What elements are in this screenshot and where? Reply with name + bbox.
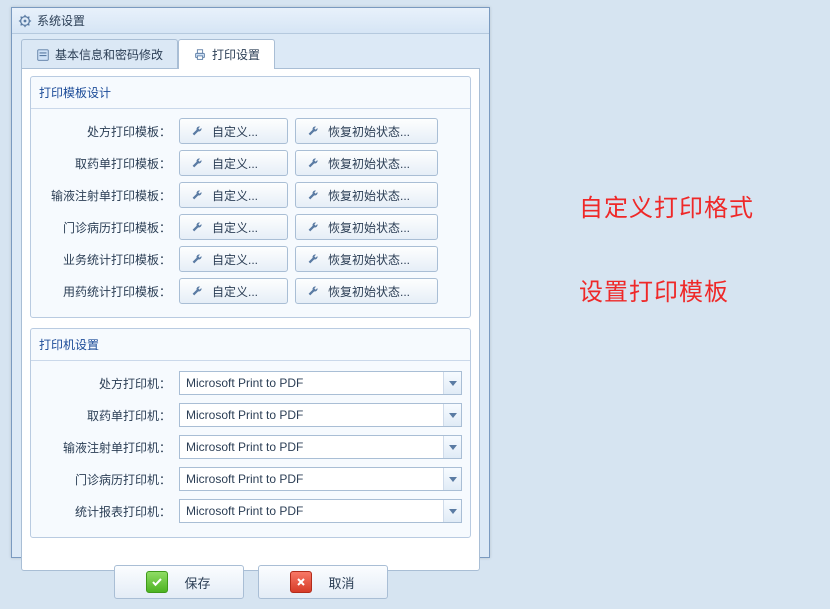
row-label: 处方打印模板： — [39, 123, 179, 140]
printer-icon — [193, 48, 207, 62]
restore-button[interactable]: 恢复初始状态... — [295, 182, 438, 208]
printer-row: 门诊病历打印机： — [39, 463, 462, 495]
row-label: 处方打印机： — [39, 375, 179, 392]
printer-select-input[interactable] — [179, 403, 462, 427]
tab-strip: 基本信息和密码修改 打印设置 — [12, 34, 489, 69]
template-row: 取药单打印模板： 自定义... 恢复初始状态... — [39, 147, 462, 179]
tab-basic-info[interactable]: 基本信息和密码修改 — [21, 39, 178, 69]
chevron-down-icon[interactable] — [443, 372, 461, 394]
customize-label: 自定义... — [212, 283, 258, 300]
template-row: 用药统计打印模板： 自定义... 恢复初始状态... — [39, 275, 462, 307]
wrench-icon — [306, 252, 322, 266]
printer-select-input[interactable] — [179, 499, 462, 523]
form-icon — [36, 48, 50, 62]
wrench-icon — [306, 156, 322, 170]
restore-label: 恢复初始状态... — [328, 219, 410, 236]
printer-group: 打印机设置 处方打印机： 取药单打印机： 输液注射单打印机： 门诊病历打印机： — [30, 328, 471, 538]
template-row: 门诊病历打印模板： 自定义... 恢复初始状态... — [39, 211, 462, 243]
tab-panel: 打印模板设计 处方打印模板： 自定义... 恢复初始状态... 取药单打印模板：… — [21, 68, 480, 571]
row-label: 用药统计打印模板： — [39, 283, 179, 300]
printer-select-input[interactable] — [179, 467, 462, 491]
row-label: 统计报表打印机： — [39, 503, 179, 520]
customize-label: 自定义... — [212, 187, 258, 204]
close-icon — [290, 571, 312, 593]
printer-select[interactable] — [179, 499, 462, 523]
chevron-down-icon[interactable] — [443, 500, 461, 522]
restore-button[interactable]: 恢复初始状态... — [295, 214, 438, 240]
printer-select[interactable] — [179, 403, 462, 427]
row-label: 输液注射单打印模板： — [39, 187, 179, 204]
printer-row: 取药单打印机： — [39, 399, 462, 431]
customize-button[interactable]: 自定义... — [179, 150, 288, 176]
tab-print-settings[interactable]: 打印设置 — [178, 39, 275, 69]
check-icon — [146, 571, 168, 593]
group-title: 打印机设置 — [31, 329, 470, 361]
restore-button[interactable]: 恢复初始状态... — [295, 246, 438, 272]
annotation-line1: 自定义打印格式 — [579, 188, 799, 223]
group-title: 打印模板设计 — [31, 77, 470, 109]
template-row: 输液注射单打印模板： 自定义... 恢复初始状态... — [39, 179, 462, 211]
settings-window: 系统设置 基本信息和密码修改 打印设置 打印模板设计 处方打印模板： 自定义..… — [11, 7, 490, 558]
save-button[interactable]: 保存 — [114, 565, 244, 599]
restore-label: 恢复初始状态... — [328, 123, 410, 140]
row-label: 取药单打印机： — [39, 407, 179, 424]
row-label: 取药单打印模板： — [39, 155, 179, 172]
template-row: 处方打印模板： 自定义... 恢复初始状态... — [39, 115, 462, 147]
customize-label: 自定义... — [212, 155, 258, 172]
wrench-icon — [306, 284, 322, 298]
printer-select[interactable] — [179, 371, 462, 395]
template-group: 打印模板设计 处方打印模板： 自定义... 恢复初始状态... 取药单打印模板：… — [30, 76, 471, 318]
restore-label: 恢复初始状态... — [328, 283, 410, 300]
row-label: 门诊病历打印机： — [39, 471, 179, 488]
row-label: 输液注射单打印机： — [39, 439, 179, 456]
tab-label: 基本信息和密码修改 — [55, 46, 163, 63]
printer-select[interactable] — [179, 435, 462, 459]
titlebar[interactable]: 系统设置 — [12, 8, 489, 34]
wrench-icon — [306, 220, 322, 234]
wrench-icon — [306, 188, 322, 202]
chevron-down-icon[interactable] — [443, 404, 461, 426]
restore-button[interactable]: 恢复初始状态... — [295, 150, 438, 176]
window-title: 系统设置 — [37, 12, 85, 29]
annotation-line2: 设置打印模板 — [579, 272, 799, 307]
cancel-button[interactable]: 取消 — [258, 565, 388, 599]
customize-label: 自定义... — [212, 123, 258, 140]
restore-button[interactable]: 恢复初始状态... — [295, 278, 438, 304]
customize-button[interactable]: 自定义... — [179, 118, 288, 144]
wrench-icon — [190, 284, 206, 298]
wrench-icon — [190, 156, 206, 170]
customize-button[interactable]: 自定义... — [179, 214, 288, 240]
chevron-down-icon[interactable] — [443, 468, 461, 490]
printer-row: 输液注射单打印机： — [39, 431, 462, 463]
customize-button[interactable]: 自定义... — [179, 182, 288, 208]
template-row: 业务统计打印模板： 自定义... 恢复初始状态... — [39, 243, 462, 275]
wrench-icon — [190, 252, 206, 266]
customize-label: 自定义... — [212, 219, 258, 236]
customize-button[interactable]: 自定义... — [179, 278, 288, 304]
restore-label: 恢复初始状态... — [328, 251, 410, 268]
row-label: 业务统计打印模板： — [39, 251, 179, 268]
printer-select[interactable] — [179, 467, 462, 491]
gear-icon — [18, 14, 32, 28]
printer-row: 处方打印机： — [39, 367, 462, 399]
chevron-down-icon[interactable] — [443, 436, 461, 458]
customize-label: 自定义... — [212, 251, 258, 268]
customize-button[interactable]: 自定义... — [179, 246, 288, 272]
wrench-icon — [190, 220, 206, 234]
cancel-label: 取消 — [328, 573, 354, 592]
restore-button[interactable]: 恢复初始状态... — [295, 118, 438, 144]
save-label: 保存 — [184, 573, 210, 592]
restore-label: 恢复初始状态... — [328, 155, 410, 172]
wrench-icon — [190, 188, 206, 202]
footer: 保存 取消 — [22, 555, 479, 609]
printer-select-input[interactable] — [179, 435, 462, 459]
printer-select-input[interactable] — [179, 371, 462, 395]
row-label: 门诊病历打印模板： — [39, 219, 179, 236]
wrench-icon — [306, 124, 322, 138]
printer-row: 统计报表打印机： — [39, 495, 462, 527]
tab-label: 打印设置 — [212, 46, 260, 63]
wrench-icon — [190, 124, 206, 138]
restore-label: 恢复初始状态... — [328, 187, 410, 204]
